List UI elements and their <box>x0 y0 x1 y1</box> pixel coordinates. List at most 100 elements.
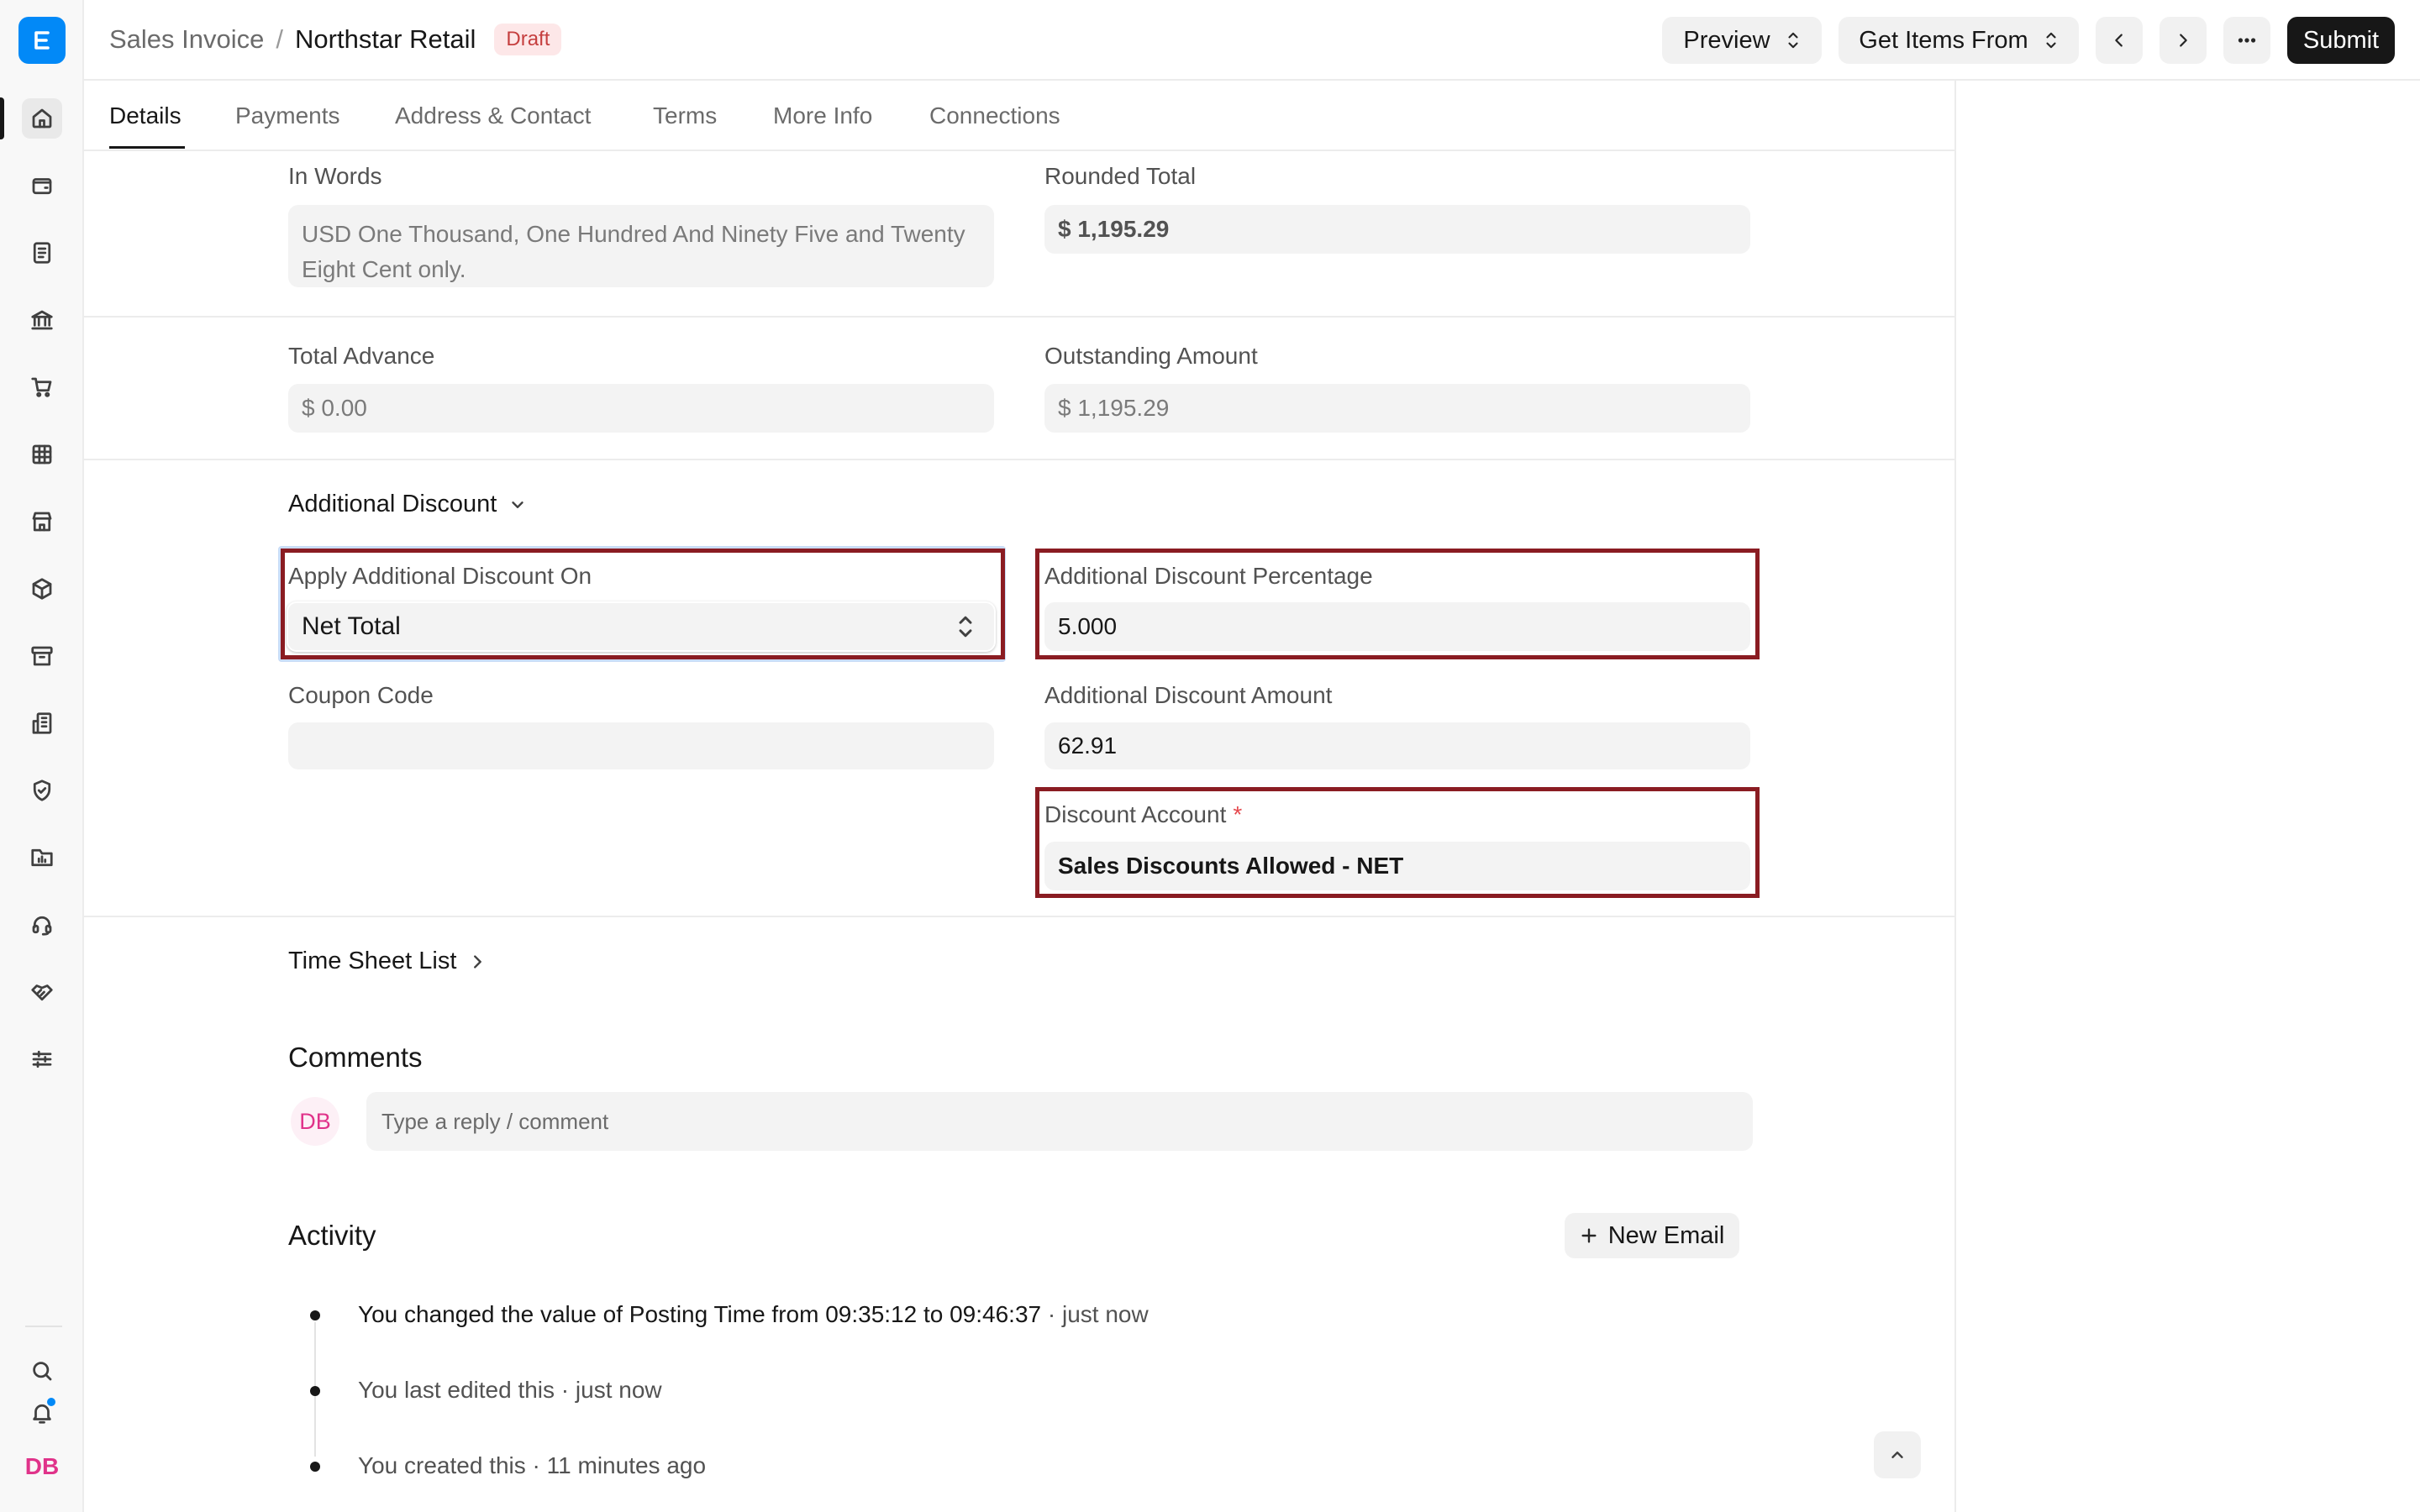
previous-record-button[interactable] <box>2096 17 2143 64</box>
breadcrumb-sales-invoice[interactable]: Sales Invoice <box>109 24 264 55</box>
page-title: Northstar Retail <box>295 24 476 54</box>
chevron-right-icon <box>2180 34 2187 47</box>
chevron-updown-icon <box>1787 32 1798 49</box>
store-icon[interactable] <box>22 501 62 542</box>
get-items-from-button[interactable]: Get Items From <box>1839 17 2079 64</box>
additional-discount-section-toggle[interactable]: Additional Discount <box>288 491 527 518</box>
activity-text: You changed the value of Posting Time fr… <box>358 1301 1042 1327</box>
headset-icon[interactable] <box>22 905 62 945</box>
chevron-updown-icon <box>2046 32 2056 49</box>
required-asterisk: * <box>1233 801 1243 827</box>
preview-label: Preview <box>1683 26 1770 54</box>
erpnext-logo-icon <box>34 31 50 50</box>
sidebar-divider <box>25 1326 62 1327</box>
discount-amount-field[interactable]: 62.91 <box>1044 722 1750 769</box>
total-advance-field[interactable]: $ 0.00 <box>288 384 994 433</box>
breadcrumb-separator: / <box>276 24 284 54</box>
page-header: Sales Invoice / Northstar Retail Draft P… <box>84 0 2420 81</box>
bell-icon[interactable] <box>22 1393 62 1433</box>
activity-item: You last edited this · just now <box>358 1377 662 1404</box>
comments-title: Comments <box>288 1042 423 1073</box>
archive-icon[interactable] <box>22 636 62 676</box>
document-icon[interactable] <box>22 233 62 273</box>
section-divider <box>84 459 1956 460</box>
user-avatar[interactable]: DB <box>22 1446 62 1487</box>
more-actions-button[interactable] <box>2223 17 2270 64</box>
activity-time: · 11 minutes ago <box>525 1452 707 1478</box>
coupon-code-label: Coupon Code <box>288 682 434 708</box>
sidebar-panel-divider <box>1954 81 1956 1512</box>
apply-discount-on-value: Net Total <box>302 612 401 640</box>
folder-chart-icon[interactable] <box>22 837 62 878</box>
active-tab-indicator <box>109 146 185 149</box>
discount-account-label: Discount Account * <box>1044 801 1242 828</box>
table-icon[interactable] <box>22 434 62 475</box>
in-words-label: In Words <box>288 163 382 189</box>
building-icon[interactable] <box>22 703 62 743</box>
comment-input[interactable]: Type a reply / comment <box>366 1092 1753 1151</box>
outstanding-amount-field[interactable]: $ 1,195.29 <box>1044 384 1750 433</box>
coupon-code-field[interactable] <box>288 722 994 769</box>
breadcrumb: Sales Invoice / Northstar Retail Draft <box>109 24 562 55</box>
package-icon[interactable] <box>22 569 62 609</box>
chevron-left-icon <box>2115 34 2123 47</box>
in-words-field[interactable]: USD One Thousand, One Hundred And Ninety… <box>288 205 994 287</box>
apply-discount-on-label: Apply Additional Discount On <box>288 563 592 589</box>
chevron-up-icon <box>1891 1452 1903 1458</box>
rounded-total-field[interactable]: $ 1,195.29 <box>1044 205 1750 254</box>
tab-connections[interactable]: Connections <box>929 102 1060 129</box>
time-sheet-list-toggle[interactable]: Time Sheet List <box>288 948 487 975</box>
tab-address-contact[interactable]: Address & Contact <box>395 102 591 129</box>
plus-icon <box>1581 1228 1597 1243</box>
discount-percentage-label: Additional Discount Percentage <box>1044 563 1373 589</box>
activity-dot <box>310 1386 320 1396</box>
status-badge: Draft <box>494 24 562 55</box>
discount-percentage-field[interactable]: 5.000 <box>1044 602 1750 651</box>
additional-discount-title: Additional Discount <box>288 491 497 517</box>
notification-dot <box>45 1396 57 1408</box>
comment-avatar: DB <box>291 1097 339 1146</box>
cart-icon[interactable] <box>22 367 62 407</box>
section-divider <box>84 916 1956 917</box>
app-logo[interactable] <box>18 17 66 64</box>
tab-details[interactable]: Details <box>109 102 182 129</box>
search-icon[interactable] <box>22 1351 62 1391</box>
preview-button[interactable]: Preview <box>1662 17 1822 64</box>
tab-more-info[interactable]: More Info <box>773 102 872 129</box>
activity-title: Activity <box>288 1220 376 1251</box>
time-sheet-list-title: Time Sheet List <box>288 948 457 974</box>
tab-payments[interactable]: Payments <box>235 102 340 129</box>
next-record-button[interactable] <box>2160 17 2207 64</box>
rounded-total-label: Rounded Total <box>1044 163 1197 189</box>
chevron-right-icon <box>474 954 482 969</box>
total-advance-label: Total Advance <box>288 343 435 369</box>
tab-terms[interactable]: Terms <box>653 102 717 129</box>
chevron-updown-icon <box>955 612 976 641</box>
discount-account-label-text: Discount Account <box>1044 801 1227 827</box>
new-email-button[interactable]: New Email <box>1565 1213 1739 1258</box>
activity-item: You changed the value of Posting Time fr… <box>358 1301 1149 1328</box>
form-tabs: Details Payments Address & Contact Terms… <box>84 81 1956 151</box>
wallet-icon[interactable] <box>22 165 62 206</box>
activity-time: · just now <box>555 1377 662 1403</box>
activity-time: · just now <box>1041 1301 1149 1327</box>
app-sidebar: DB <box>0 0 84 1512</box>
discount-account-field[interactable]: Sales Discounts Allowed - NET <box>1044 842 1750 890</box>
bank-icon[interactable] <box>22 300 62 340</box>
apply-discount-on-select[interactable]: Net Total <box>287 601 996 652</box>
scroll-to-top-button[interactable] <box>1874 1431 1921 1478</box>
section-divider <box>84 316 1956 318</box>
sidebar-active-indicator <box>0 97 4 139</box>
home-icon[interactable] <box>22 98 62 139</box>
shield-icon[interactable] <box>22 770 62 811</box>
new-email-label: New Email <box>1607 1221 1725 1249</box>
outstanding-amount-label: Outstanding Amount <box>1044 343 1258 369</box>
chevron-down-icon <box>512 501 523 508</box>
sliders-icon[interactable] <box>22 1039 62 1079</box>
activity-text: You last edited this <box>358 1377 555 1403</box>
get-items-label: Get Items From <box>1859 26 2028 54</box>
submit-button[interactable]: Submit <box>2287 17 2395 64</box>
activity-text: You created this <box>358 1452 526 1478</box>
handshake-icon[interactable] <box>22 972 62 1012</box>
activity-dot <box>310 1310 320 1320</box>
